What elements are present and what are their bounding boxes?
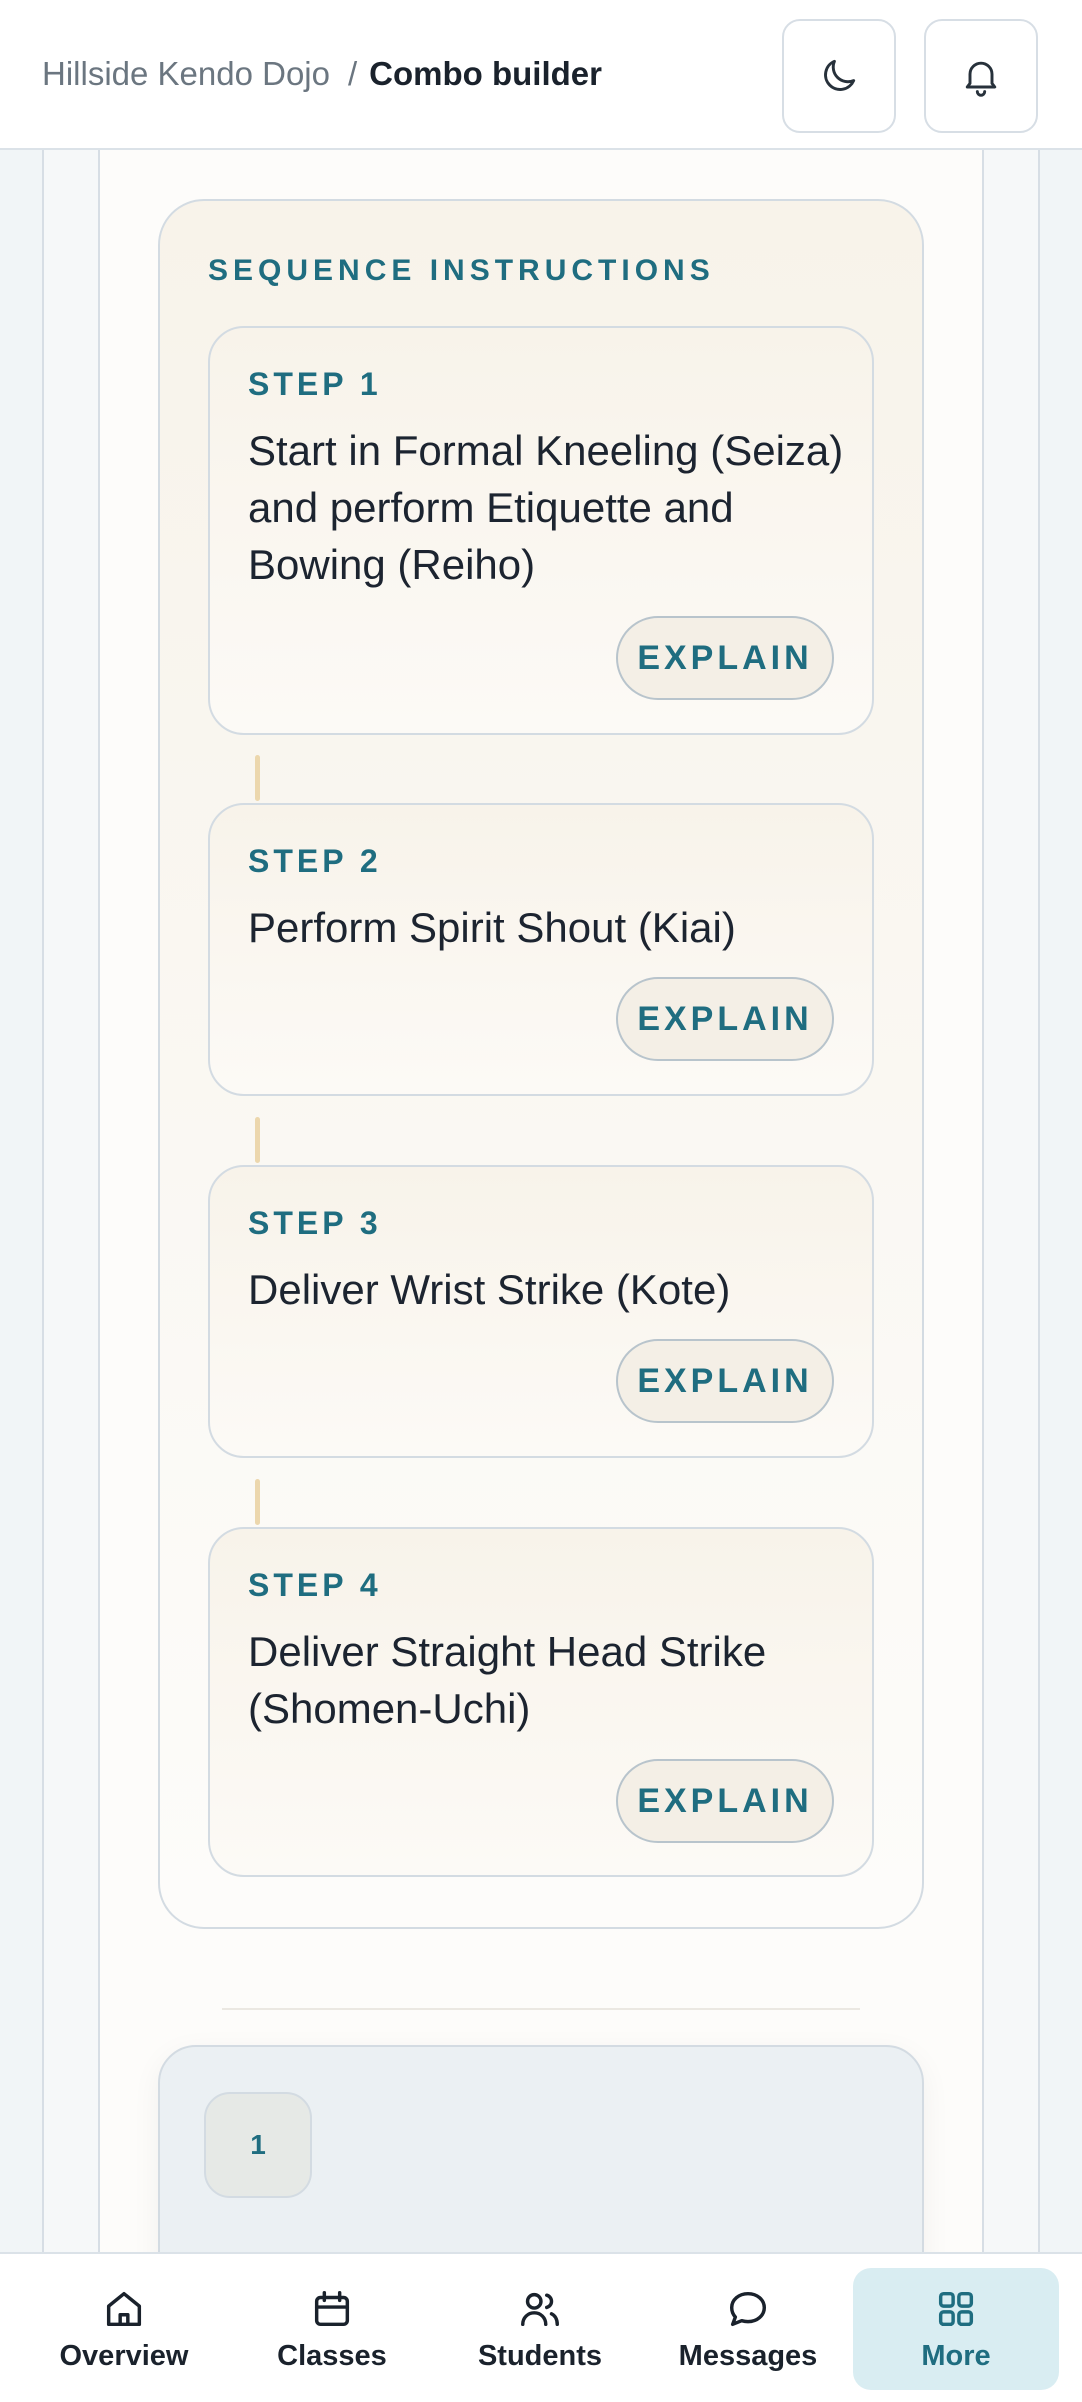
explain-button[interactable]: EXPLAIN (616, 977, 834, 1061)
nav-label: Messages (678, 2339, 818, 2372)
step-label: STEP 1 (248, 366, 382, 402)
nav-label: Overview (59, 2339, 189, 2372)
breadcrumb-root[interactable]: Hillside Kendo Dojo (42, 55, 330, 93)
step-card: STEP 2 Perform Spirit Shout (Kiai) EXPLA… (208, 803, 874, 1096)
nav-item-more[interactable]: More (853, 2268, 1059, 2390)
step-connector (255, 1479, 260, 1525)
message-icon (729, 2291, 767, 2326)
sequence-title: SEQUENCE INSTRUCTIONS (208, 254, 715, 287)
step-label: STEP 2 (248, 843, 382, 879)
step-text: Deliver Straight Head Strike (Shomen-Uch… (248, 1628, 767, 1732)
step-label: STEP 4 (248, 1567, 382, 1603)
section-divider (222, 2008, 860, 2010)
breadcrumb-separator: / (348, 55, 358, 92)
step-text: Deliver Wrist Strike (Kote) (248, 1266, 731, 1313)
step-card: STEP 1 Start in Formal Kneeling (Seiza) … (208, 326, 874, 735)
nav-label: Classes (277, 2339, 387, 2372)
explain-button[interactable]: EXPLAIN (616, 1759, 834, 1843)
nav-item-classes[interactable]: Classes (229, 2268, 435, 2390)
step-card: STEP 3 Deliver Wrist Strike (Kote) EXPLA… (208, 1165, 874, 1458)
nav-label: Students (477, 2339, 603, 2372)
explain-button[interactable]: EXPLAIN (616, 616, 834, 700)
nav-item-students[interactable]: Students (437, 2268, 643, 2390)
notifications-button[interactable] (924, 19, 1038, 133)
nav-label: More (921, 2339, 991, 2372)
page-chip[interactable]: 1 (204, 2092, 312, 2198)
page-title: Combo builder (369, 55, 602, 92)
step-connector (255, 1117, 260, 1163)
nav-item-messages[interactable]: Messages (645, 2268, 851, 2390)
step-text: Start in Formal Kneeling (Seiza) and per… (248, 427, 844, 588)
top-header: Hillside Kendo Dojo / Combo builder (0, 0, 1082, 150)
grid-icon (938, 2291, 974, 2326)
users-icon (521, 2292, 559, 2326)
explain-button[interactable]: EXPLAIN (616, 1339, 834, 1423)
bottom-nav: Overview Classes Students Messages More (0, 2252, 1082, 2402)
step-card: STEP 4 Deliver Straight Head Strike (Sho… (208, 1527, 874, 1877)
step-connector (255, 755, 260, 801)
nav-item-overview[interactable]: Overview (21, 2268, 227, 2390)
calendar-icon (314, 2290, 350, 2326)
step-label: STEP 3 (248, 1205, 382, 1241)
theme-toggle-button[interactable] (782, 19, 896, 133)
home-icon (106, 2291, 142, 2326)
bell-icon (965, 61, 997, 97)
moon-icon (824, 59, 856, 91)
step-text: Perform Spirit Shout (Kiai) (248, 904, 736, 951)
